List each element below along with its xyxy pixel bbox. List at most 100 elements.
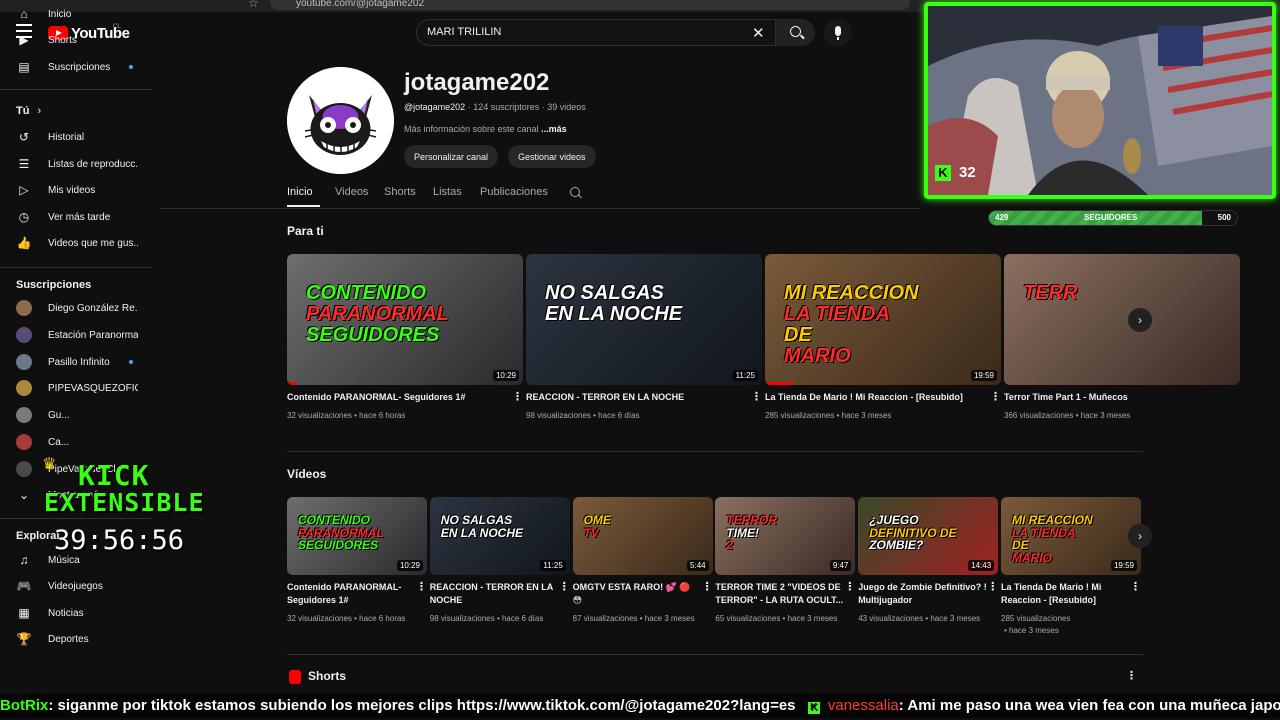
video-thumbnail[interactable]: TERROR TIME! 2 9:47 [715, 497, 856, 575]
video-more-icon[interactable]: ⋮ [751, 390, 762, 403]
shorts-more-icon[interactable]: ⋮ [1126, 669, 1137, 682]
sidebar-item[interactable]: 🎮 Videojuegos [0, 573, 152, 599]
video-thumbnail[interactable]: Ome TV 5:44 [572, 497, 713, 575]
video-title[interactable]: TERROR TIME 2 "VIDEOS DE [715, 581, 845, 594]
video-title[interactable]: TERROR" - LA RUTA OCULT... [715, 594, 845, 607]
shelf-next-button[interactable]: › [1128, 308, 1152, 332]
manage-videos-button[interactable]: Gestionar videos [508, 145, 596, 168]
sidebar-item[interactable]: ◷ Ver más tarde [0, 204, 152, 230]
thumbnail-caption: 2 [726, 538, 734, 552]
video-title[interactable]: Seguidores 1# [287, 594, 417, 607]
kick-icon: K [807, 702, 820, 714]
video-thumbnail[interactable]: TERR [1004, 254, 1240, 385]
video-thumbnail[interactable]: ¿JUEGO DEFINITIVO DE ZOMBIE? 14:43 [858, 497, 999, 575]
video-title[interactable]: Juego de Zombie Definitivo? ! [858, 581, 988, 594]
new-content-dot [129, 65, 133, 69]
more-link[interactable]: ...más [541, 124, 567, 134]
video-title[interactable]: Multijugador [858, 594, 988, 607]
bookmark-star-icon[interactable]: ☆ [248, 0, 259, 10]
thumbnail-caption: EN LA NOCHE [440, 526, 524, 540]
thumbnail-caption: MARIO [784, 345, 851, 367]
viewer-count-value: 32 [959, 164, 976, 181]
voice-search-button[interactable] [824, 19, 852, 47]
search-input[interactable] [427, 26, 747, 38]
tab-shorts[interactable]: Shorts [384, 186, 416, 198]
video-thumbnail[interactable]: CONTENIDO PARANORMAL SEGUIDORES 10:29 [287, 254, 523, 385]
video-more-icon[interactable]: ⋮ [512, 390, 523, 403]
video-title[interactable]: REACCION - TERROR EN LA [430, 581, 560, 594]
tab-listas[interactable]: Listas [433, 186, 462, 198]
video-title[interactable]: 😳 [573, 594, 703, 607]
sidebar-item[interactable]: ▷ Mis videos [0, 177, 152, 203]
video-duration: 10:29 [492, 370, 519, 381]
sidebar-item[interactable]: 🏆 Deportes [0, 626, 152, 652]
video-more-icon[interactable]: ⋮ [987, 580, 998, 593]
video-thumbnail[interactable]: MI REACCION LA TIENDA DE MARIO 19:59 [1001, 497, 1141, 575]
sidebar-item[interactable]: Estación Paranormal [0, 322, 152, 348]
sidebar-item-label: Estación Paranormal [48, 329, 138, 341]
video-title[interactable]: La Tienda De Mario ! Mi Reaccion - [Resu… [765, 391, 980, 404]
video-title[interactable]: NOCHE [430, 594, 560, 607]
my-videos-icon: ▷ [19, 183, 29, 197]
sidebar-item-label: Inicio [48, 8, 72, 20]
sidebar-item[interactable]: ▶ Shorts [0, 27, 152, 53]
tab-publicaciones[interactable]: Publicaciones [480, 186, 548, 198]
video-thumbnail[interactable]: CONTENIDO PARANORMAL SEGUIDORES 10:29 [287, 497, 427, 575]
video-more-icon[interactable]: ⋮ [559, 580, 570, 593]
videos-next-button[interactable]: › [1128, 524, 1152, 548]
sidebar-item[interactable]: Ca... [0, 429, 152, 455]
video-title[interactable]: OMGTV ESTA RARO! 💕 🔴 [573, 581, 703, 594]
video-more-icon[interactable]: ⋮ [844, 580, 855, 593]
video-title[interactable]: Contenido PARANORMAL- [287, 581, 417, 594]
video-duration: 5:44 [687, 560, 709, 571]
search-button[interactable] [775, 19, 815, 46]
sidebar-item[interactable]: ☰ Listas de reproducc... [0, 151, 152, 177]
sidebar-item[interactable]: ↺ Historial [0, 124, 152, 150]
sidebar-item[interactable]: ⌂ Inicio [0, 1, 152, 27]
address-bar[interactable]: youtube.com/@jotagame202 [270, 0, 910, 10]
video-more-icon[interactable]: ⋮ [990, 390, 1001, 403]
tab-videos[interactable]: Videos [335, 186, 368, 198]
video-meta: 285 visualizaciones [1001, 614, 1071, 623]
sidebar-item[interactable]: Pasillo Infinito [0, 349, 152, 375]
video-more-icon[interactable]: ⋮ [416, 580, 427, 593]
active-tab-indicator [287, 205, 320, 207]
sidebar-item[interactable]: Gu... [0, 402, 152, 428]
channel-description[interactable]: Más información sobre este canal ...más [404, 124, 567, 134]
sidebar-item-label: Shorts [48, 34, 77, 46]
kick-sub: EXTENSIBLE [44, 488, 205, 517]
customize-channel-button[interactable]: Personalizar canal [404, 145, 499, 168]
tab-inicio[interactable]: Inicio [287, 186, 313, 198]
video-meta: • hace 3 meses [1004, 626, 1059, 635]
video-more-icon[interactable]: ⋮ [1130, 580, 1141, 593]
sidebar-item-label: Historial [48, 131, 85, 143]
video-thumbnail[interactable]: NO SALGAS EN LA NOCHE 11:25 [526, 254, 762, 385]
video-meta: 65 visualizaciones • hace 3 meses [715, 614, 838, 623]
thumbnail-caption: DE [784, 324, 812, 346]
video-more-icon[interactable]: ⋮ [702, 580, 713, 593]
sidebar-heading-you[interactable]: Tú › [16, 105, 41, 117]
sidebar-item[interactable]: ▤ Suscripciones [0, 54, 152, 80]
sidebar-item[interactable]: ▦ Noticias [0, 600, 152, 626]
video-thumbnail[interactable]: NO SALGAS EN LA NOCHE 11:25 [429, 497, 570, 575]
sidebar-item-label: Ca... [48, 436, 70, 448]
video-title[interactable]: Contenido PARANORMAL- Seguidores 1# [287, 391, 502, 404]
video-title[interactable]: Reaccion - [Resubido] [1001, 594, 1131, 607]
video-title[interactable]: REACCION - TERROR EN LA NOCHE [526, 391, 741, 404]
channel-avatar[interactable] [287, 67, 394, 174]
sidebar-item[interactable]: 👍 Videos que me gus... [0, 230, 152, 256]
sidebar-item-label: Diego González Re... [48, 302, 138, 314]
clear-search-icon[interactable]: ✕ [752, 24, 765, 42]
video-title[interactable]: Terror Time Part 1 - Muñecos [1004, 391, 1219, 404]
chat-ticker: BotRix: siganme por tiktok estamos subie… [0, 694, 1280, 718]
sidebar-item[interactable]: Diego González Re... [0, 295, 152, 321]
viewer-count: K 32 [935, 164, 976, 181]
video-thumbnail[interactable]: MI REACCION LA TIENDA DE MARIO 19:59 [765, 254, 1001, 385]
you-heading-text: Tú [16, 105, 30, 117]
channel-search-icon[interactable] [570, 187, 580, 197]
video-title[interactable]: La Tienda De Mario ! Mi [1001, 581, 1131, 594]
like-icon: 👍 [16, 236, 32, 250]
kick-extensible-overlay: ♛ KICK EXTENSIBLE [42, 456, 205, 517]
sidebar-item[interactable]: PIPEVASQUEZOFIC... [0, 375, 152, 401]
channel-avatar-small [16, 300, 32, 316]
